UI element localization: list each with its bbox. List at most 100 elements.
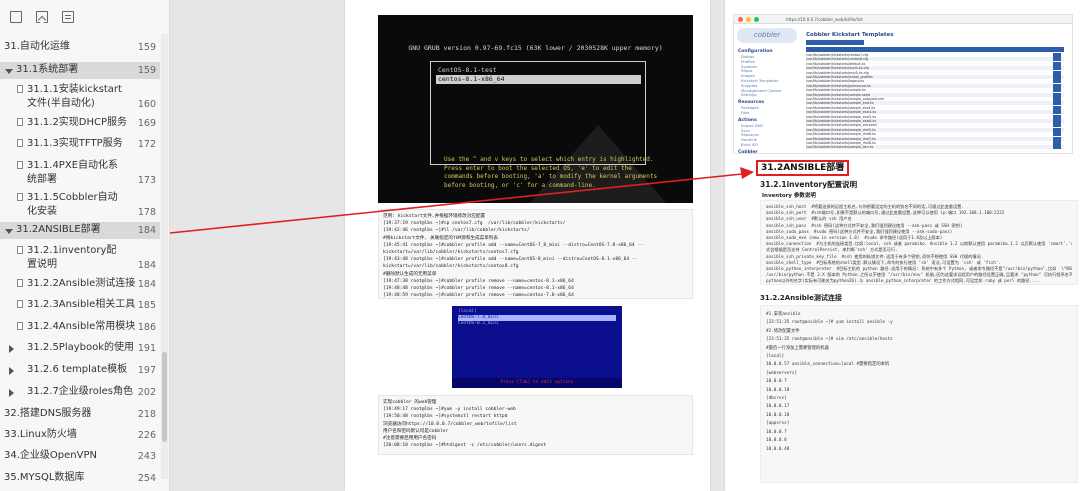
toc-item[interactable]: 31.1.2实现DHCP服务 169 xyxy=(0,115,160,132)
toc-item-label: 31.1.2实现DHCP服务 xyxy=(27,117,128,128)
code-line: #注意需要启用用户名密码 xyxy=(383,436,437,442)
toc-item[interactable]: 33.Linux防火墙 226 xyxy=(0,427,160,444)
code-line: [20:08:18 root@lbs ~]#htdigest -c /etc/c… xyxy=(383,443,547,449)
toc-item[interactable]: 31.2.4Ansible常用模块 186 xyxy=(0,319,160,336)
chevron-right-icon[interactable] xyxy=(9,388,14,397)
code-line: 用户名和密码默认均是cobbler xyxy=(383,428,449,434)
cobbler-edit-button[interactable] xyxy=(1053,101,1061,106)
cobbler-table-row: /var/lib/cobbler/kickstarts/sample_old.s… xyxy=(806,123,1064,128)
toc-item-page: 169 xyxy=(137,118,156,129)
sidebar-scrollbar[interactable] xyxy=(161,34,168,479)
code-block-cobbler-web: 实现cobbler 的web管理 [19:49:17 root@lbs ~]#yu… xyxy=(378,395,693,455)
cobbler-table-row: /var/lib/cobbler/kickstarts/sample.seed xyxy=(806,92,1064,97)
toc-item[interactable]: 31.1.3实现TFTP服务 172 xyxy=(0,136,160,153)
cobbler-table-row: /var/lib/cobbler/kickstarts/sample_xen.k… xyxy=(806,145,1064,150)
page-thumbnails-icon[interactable] xyxy=(10,11,22,23)
code-line: [dbsrvs] xyxy=(766,396,787,402)
cobbler-edit-button[interactable] xyxy=(1053,114,1061,119)
toc-item[interactable]: 34.企业级OpenVPN 243 xyxy=(0,448,160,465)
chevron-right-icon[interactable] xyxy=(9,366,14,375)
toc-item[interactable]: 31.2.1inventory配置说明 184 xyxy=(0,243,160,273)
toc-item[interactable]: 31.2.3Ansible相关工具 185 xyxy=(0,297,160,314)
cobbler-edit-button[interactable] xyxy=(1053,61,1061,66)
cobbler-edit-button[interactable] xyxy=(1053,75,1061,79)
cobbler-edit-button[interactable] xyxy=(1053,57,1061,62)
sidebar-scroll-thumb[interactable] xyxy=(162,352,167,442)
document-icon xyxy=(17,161,23,169)
cobbler-edit-button[interactable] xyxy=(1053,53,1061,57)
toc-item-page: 186 xyxy=(137,322,156,333)
chevron-down-icon[interactable] xyxy=(5,68,13,74)
grub-hint: Use the ^ and v keys to select which ent… xyxy=(444,156,658,189)
toc-item-page: 178 xyxy=(137,207,156,218)
bookmark-icon[interactable] xyxy=(36,11,48,23)
cobbler-edit-button[interactable] xyxy=(1053,127,1061,132)
cobbler-table-row: /var/lib/cobbler/kickstarts/default.ks xyxy=(806,61,1064,66)
cobbler-edit-button[interactable] xyxy=(1053,66,1061,71)
toc-item-label: 33.Linux防火墙 xyxy=(4,429,77,440)
code-line: 范例: kickstart文件,并根据环境修改对应配置 xyxy=(383,214,486,219)
cobbler-table-row: /var/lib/cobbler/kickstarts/esxi5-ks.cfg xyxy=(806,70,1064,75)
chevron-right-icon[interactable] xyxy=(9,344,14,353)
toc-item-page: 184 xyxy=(137,260,156,271)
toc-item[interactable]: 31.1系统部署 159 xyxy=(0,62,160,79)
toc-item-page: 191 xyxy=(137,343,156,354)
toc-item[interactable]: 31.2.7企业级roles角色 202 xyxy=(0,384,160,401)
toc-item[interactable]: 35.MYSQL数据库 254 xyxy=(0,470,160,487)
cobbler-edit-button[interactable] xyxy=(1053,105,1061,110)
cobbler-edit-button[interactable] xyxy=(1053,123,1061,128)
browser-url-bar: https://10.0.0.7/cobbler_web/ksfile/list xyxy=(734,15,1072,24)
toc-item-page: 243 xyxy=(137,451,156,462)
toc-item-label: 31.自动化运维 xyxy=(4,41,70,52)
code-line: 实现cobbler 的web管理 xyxy=(383,400,437,405)
cobbler-edit-button[interactable] xyxy=(1053,141,1061,145)
cobbler-edit-button[interactable] xyxy=(1053,79,1061,84)
code-line: 10.0.0.7 xyxy=(766,429,787,435)
toc-item-page: 160 xyxy=(137,99,156,110)
toc-item[interactable]: 31.1.5Cobbler自动化安装 178 xyxy=(0,190,160,220)
toc-item[interactable]: 31.1.4PXE自动化系统部署 173 xyxy=(0,158,160,188)
cobbler-edit-button[interactable] xyxy=(1053,70,1061,75)
toc-item[interactable]: 31.1.1安装kickstart文件(半自动化) 160 xyxy=(0,82,160,112)
toc-item-page: 159 xyxy=(137,65,156,76)
cobbler-edit-button[interactable] xyxy=(1053,88,1061,93)
grub-entry-selected: centos-8.1-x86_64 xyxy=(436,75,641,84)
cobbler-logo: cobbler xyxy=(737,28,797,43)
toc-item[interactable]: 31.2.5Playbook的使用 191 xyxy=(0,340,160,357)
code-line: #2.修改配置文件 xyxy=(766,328,800,334)
cobbler-table-row: /var/lib/cobbler/kickstarts/centos8.cfg xyxy=(806,57,1064,62)
toc-item-label: 31.1系统部署 xyxy=(16,64,79,75)
cobbler-edit-button[interactable] xyxy=(1053,119,1061,123)
cobbler-edit-button[interactable] xyxy=(1053,145,1061,150)
cobbler-table-row: /var/lib/cobbler/kickstarts/install_prof… xyxy=(806,75,1064,79)
pxe-menu-screenshot: (local) CentOS-7.8_mini CentOS-8.1_mini … xyxy=(452,306,622,388)
code-line: [19:49:17 root@lbs ~]#yum -y install cob… xyxy=(383,407,516,413)
toc-item-page: 218 xyxy=(137,409,156,420)
bookmark-add-icon[interactable] xyxy=(62,11,74,23)
cobbler-edit-button[interactable] xyxy=(1053,136,1061,141)
sidebar-toolbar xyxy=(0,0,169,34)
cobbler-edit-button[interactable] xyxy=(1053,110,1061,115)
code-line: #删除默认生成的无用菜单 xyxy=(383,271,437,277)
toc-item[interactable]: 32.搭建DNS服务器 218 xyxy=(0,406,160,423)
toc-item-page: 185 xyxy=(137,300,156,311)
cobbler-edit-button[interactable] xyxy=(1053,132,1061,137)
cobbler-edit-button[interactable] xyxy=(1053,92,1061,97)
cobbler-edit-button[interactable] xyxy=(1053,97,1061,101)
toc-item-page: 173 xyxy=(137,175,156,186)
toc-item-page: 184 xyxy=(137,279,156,290)
code-line: kickstart=/var/lib/cobbler/kickstarts/ce… xyxy=(383,264,519,270)
cobbler-nav-link[interactable]: Settings xyxy=(738,93,793,98)
toc-item[interactable]: 31.2.2Ansible测试连接 184 xyxy=(0,276,160,293)
toc-item[interactable]: 31.2ANSIBLE部署 184 xyxy=(0,222,160,239)
toc-item-page: 254 xyxy=(137,473,156,484)
toc-item-label: 31.2.1inventory配置说明 xyxy=(27,245,117,270)
cobbler-nav-link[interactable]: Build ISO xyxy=(738,142,793,148)
cobbler-nav-link[interactable]: Files xyxy=(738,110,793,116)
toc-item[interactable]: 31.自动化运维 159 xyxy=(0,39,160,56)
toc-item[interactable]: 31.2.6 template模板 197 xyxy=(0,362,160,379)
cobbler-edit-button[interactable] xyxy=(1053,83,1061,88)
code-line: [19:48:48 root@lbs ~]#cobbler profile re… xyxy=(383,286,574,292)
chevron-down-icon[interactable] xyxy=(5,228,13,234)
toc-item-label: 31.1.3实现TFTP服务 xyxy=(27,138,123,149)
